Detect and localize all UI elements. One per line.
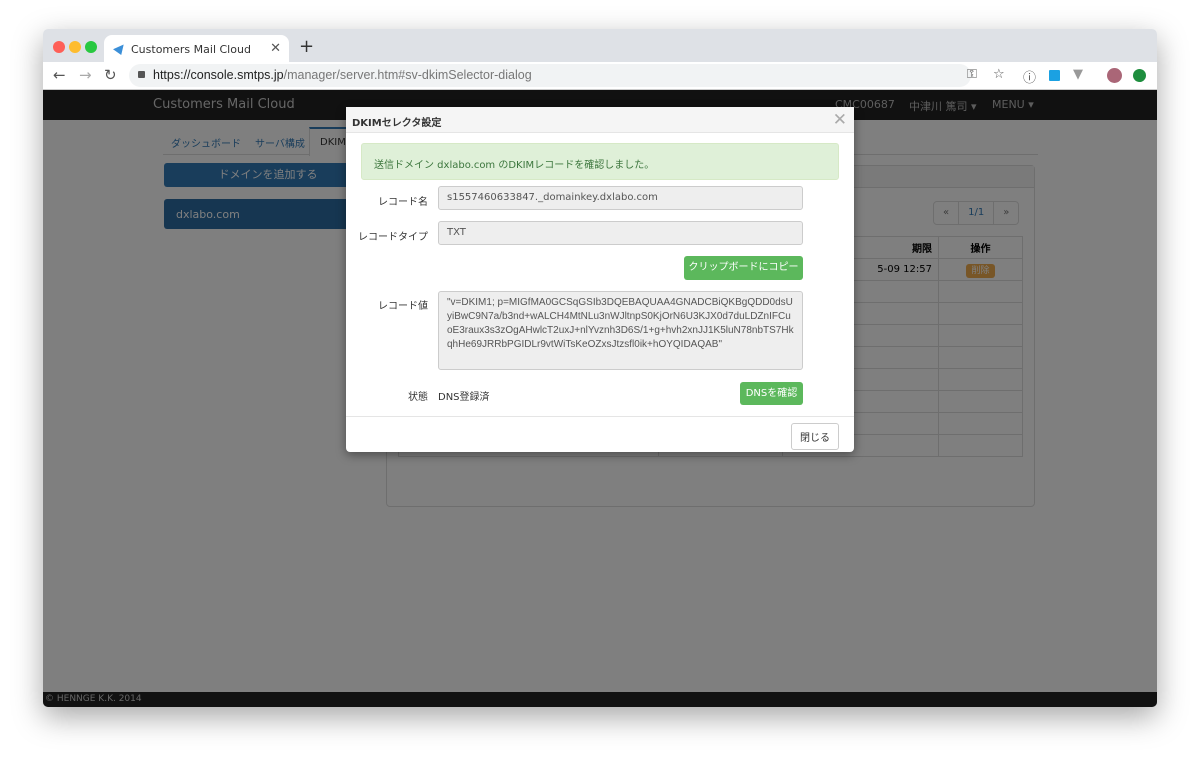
record-value-label: レコード値 [378, 301, 428, 312]
vue-extension-icon[interactable]: ▼ [1073, 67, 1083, 82]
star-icon[interactable]: ☆ [993, 67, 1005, 82]
favicon-icon [113, 41, 127, 55]
url-input[interactable]: https://console.smtps.jp/manager/server.… [129, 64, 971, 87]
close-button[interactable]: 閉じる [791, 423, 839, 450]
new-tab-icon[interactable]: + [299, 36, 314, 57]
record-type-label: レコードタイプ [358, 232, 428, 243]
success-alert: 送信ドメイン dxlabo.com のDKIMレコードを確認しました。 [361, 143, 839, 180]
close-icon[interactable]: ✕ [833, 110, 847, 130]
copy-to-clipboard-button[interactable]: クリップボードにコピー [684, 256, 803, 280]
tab-title: Customers Mail Cloud [131, 43, 251, 56]
lock-icon [138, 71, 145, 78]
dialog-footer-divider [346, 416, 854, 417]
browser-tab[interactable]: Customers Mail Cloud ✕ [104, 35, 289, 62]
tab-bar: Customers Mail Cloud ✕ + [43, 29, 1157, 62]
reload-icon[interactable]: ↻ [104, 66, 117, 84]
info-extension-icon[interactable]: ⓘ [1023, 67, 1036, 86]
record-type-field[interactable]: TXT [438, 221, 803, 245]
avatar[interactable] [1107, 68, 1122, 83]
dialog-header: DKIMセレクタ設定 ✕ [346, 107, 854, 133]
back-icon[interactable]: ← [53, 66, 66, 84]
maximize-window-button[interactable] [85, 41, 97, 53]
forward-icon[interactable]: → [79, 66, 92, 84]
record-name-field[interactable]: s1557460633847._domainkey.dxlabo.com [438, 186, 803, 210]
check-dns-button[interactable]: DNSを確認 [740, 382, 803, 405]
hatena-extension-icon[interactable] [1049, 70, 1060, 81]
browser-window: Customers Mail Cloud ✕ + ← → ↻ https://c… [43, 29, 1157, 707]
update-icon[interactable] [1133, 69, 1146, 82]
key-icon[interactable]: ⚿ [967, 67, 977, 82]
minimize-window-button[interactable] [69, 41, 81, 53]
status-label: 状態 [408, 392, 428, 403]
address-bar: ← → ↻ https://console.smtps.jp/manager/s… [43, 62, 1157, 90]
dialog-title: DKIMセレクタ設定 [352, 118, 442, 129]
status-value: DNS登録済 [438, 392, 490, 403]
record-value-textarea[interactable]: "v=DKIM1; p=MIGfMA0GCSqGSIb3DQEBAQUAA4GN… [438, 291, 803, 370]
record-name-label: レコード名 [378, 197, 428, 208]
dkim-selector-dialog: DKIMセレクタ設定 ✕ 送信ドメイン dxlabo.com のDKIMレコード… [346, 107, 854, 452]
close-tab-icon[interactable]: ✕ [270, 41, 281, 56]
close-window-button[interactable] [53, 41, 65, 53]
